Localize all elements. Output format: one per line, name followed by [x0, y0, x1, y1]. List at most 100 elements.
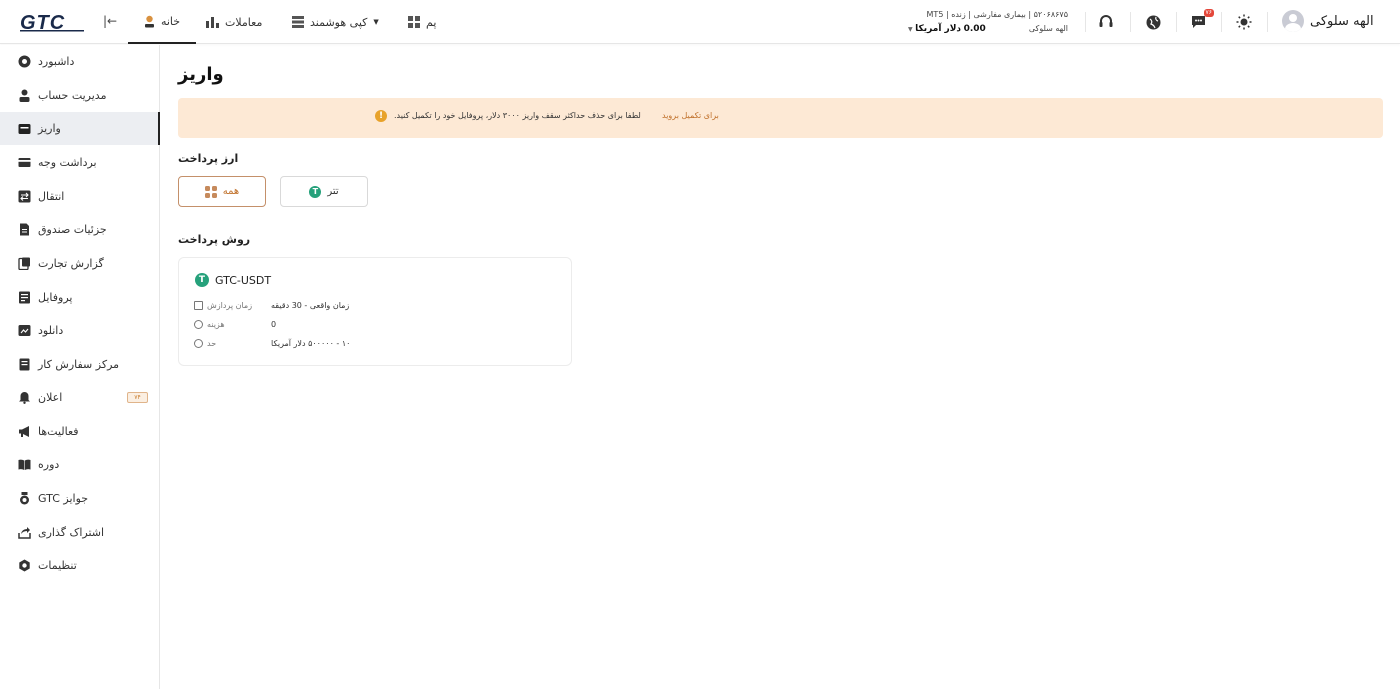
nav-trades-label: معاملات — [225, 15, 263, 29]
currency-section-title: ارز پرداخت — [178, 152, 239, 165]
account-holder: الهه سلوکی — [1028, 24, 1068, 33]
payment-method-card[interactable]: T GTC-USDT زمان پردازش زمان واقعی - 30 د… — [178, 257, 572, 366]
tether-icon: T — [309, 185, 322, 198]
nav-smart-copy[interactable]: کپی هوشمند ▼ — [292, 0, 379, 44]
sidebar-item-profile[interactable]: پروفایل — [0, 281, 160, 314]
download-icon — [18, 325, 31, 336]
globe-icon[interactable] — [1143, 12, 1163, 32]
user-icon — [19, 89, 30, 102]
sidebar-item-settings[interactable]: تنظیمات — [0, 549, 160, 582]
sidebar-item-notifications[interactable]: اعلان ۷۴ — [0, 381, 160, 414]
sidebar-item-trade-report[interactable]: گزارش تجارت — [0, 247, 160, 280]
nav-home-label: خانه — [160, 14, 181, 28]
sidebar-item-sharing[interactable]: اشتراک گذاری — [0, 516, 160, 549]
account-balance: 0.00 — [963, 24, 986, 34]
list-icon — [292, 16, 304, 28]
processing-time-value: زمان واقعی - 30 دقیقه — [271, 301, 350, 310]
top-bar: GTC |← خانه معاملات کپی هوشمند ▼ پم ۵۲۰۶… — [0, 0, 1400, 44]
sidebar-item-label: برداشت وجه — [38, 156, 97, 169]
report-icon — [18, 257, 30, 270]
fee-row: هزینه 0 — [194, 320, 276, 329]
fee-icon — [194, 320, 203, 329]
sidebar: داشبورد مدیریت حساب واریز برداشت وجه انت… — [0, 45, 160, 689]
transfer-icon — [18, 190, 31, 203]
limit-label: حد — [207, 339, 217, 348]
sidebar-item-label: اشتراک گذاری — [38, 526, 105, 539]
sidebar-item-label: پروفایل — [38, 291, 73, 304]
messages-badge: ۷۶ — [1203, 9, 1214, 17]
collapse-sidebar-icon[interactable]: |← — [103, 14, 117, 28]
medal-icon — [20, 492, 29, 505]
sidebar-item-label: واریز — [38, 122, 61, 135]
grid-icon — [204, 185, 217, 198]
payment-method-title: T GTC-USDT — [195, 273, 271, 287]
sidebar-item-activities[interactable]: فعالیت‌ها — [0, 415, 160, 448]
sidebar-item-label: فعالیت‌ها — [38, 425, 79, 438]
tether-icon: T — [195, 273, 209, 287]
theme-sun-icon[interactable] — [1234, 12, 1254, 32]
support-headset-icon[interactable] — [1096, 12, 1116, 32]
nav-home[interactable]: خانه — [128, 0, 196, 44]
account-selector[interactable]: ۵۲۰۶۸۶۷۵ | بیماری مفارشی | زنده | MT5 ال… — [908, 8, 1068, 37]
currency-tether-button[interactable]: T تتر — [280, 176, 368, 207]
sidebar-item-label: تنظیمات — [38, 559, 77, 572]
settings-icon — [19, 559, 30, 572]
alert-message: لطفا برای حذف حداکثر سقف واریز ۳۰۰۰ دلار… — [394, 111, 641, 120]
nav-pam-label: پم — [426, 15, 437, 29]
limit-icon — [194, 339, 203, 348]
warning-icon: ! — [375, 110, 387, 122]
limit-value: ۱۰ - ۵۰۰۰۰۰ دلار آمریکا — [271, 339, 351, 348]
user-name: الهه سلوکی — [1310, 13, 1374, 29]
nav-pam[interactable]: پم — [408, 0, 436, 44]
card-icon — [18, 158, 31, 167]
sidebar-item-withdraw[interactable]: برداشت وجه — [0, 146, 160, 179]
account-currency: دلار آمریکا — [915, 24, 962, 34]
sidebar-item-label: مرکز سفارش کار — [38, 358, 120, 371]
sidebar-item-gtc-rewards[interactable]: جوایز GTC — [0, 482, 160, 515]
sidebar-item-label: جوایز GTC — [38, 492, 89, 505]
calendar-icon — [194, 301, 203, 310]
gtc-logo[interactable]: GTC — [20, 12, 84, 32]
profile-alert: ! لطفا برای حذف حداکثر سقف واریز ۳۰۰۰ دل… — [178, 98, 1383, 138]
chevron-down-icon: ▼ — [373, 18, 379, 26]
sidebar-item-label: انتقال — [38, 190, 65, 203]
megaphone-icon — [19, 426, 29, 437]
sidebar-item-download[interactable]: دانلود — [0, 314, 160, 347]
book-icon — [18, 459, 31, 470]
processing-time-row: زمان پردازش زمان واقعی - 30 دقیقه — [194, 301, 349, 310]
profile-icon — [19, 291, 30, 304]
sidebar-item-label: گزارش تجارت — [38, 257, 104, 270]
messages-icon[interactable]: ۷۶ — [1188, 9, 1214, 32]
method-section-title: روش پرداخت — [178, 233, 251, 246]
limit-row: حد ۱۰ - ۵۰۰۰۰۰ دلار آمریکا — [194, 339, 350, 348]
sidebar-item-order-center[interactable]: مرکز سفارش کار — [0, 348, 160, 381]
order-icon — [19, 358, 30, 371]
sidebar-item-label: داشبورد — [38, 55, 75, 68]
page-title: واریز — [178, 64, 224, 85]
nav-trades[interactable]: معاملات — [206, 0, 262, 44]
chevron-down-icon: ▼ — [908, 26, 913, 33]
processing-time-label: زمان پردازش — [207, 301, 253, 310]
sidebar-item-label: دوره — [38, 458, 60, 471]
home-person-icon — [144, 15, 154, 27]
complete-profile-link[interactable]: برای تکمیل بروید — [662, 111, 719, 120]
sidebar-item-account-management[interactable]: مدیریت حساب — [0, 79, 160, 112]
sidebar-item-deposit[interactable]: واریز — [0, 112, 160, 145]
document-icon — [20, 223, 29, 236]
sidebar-item-label: جزئیات صندوق — [38, 223, 107, 236]
bell-icon — [19, 392, 30, 404]
nav-smart-copy-label: کپی هوشمند — [310, 15, 368, 29]
sidebar-item-transfer[interactable]: انتقال — [0, 180, 160, 213]
svg-text:GTC: GTC — [20, 12, 65, 32]
sidebar-item-label: اعلان — [38, 391, 63, 404]
fee-label: هزینه — [207, 320, 225, 329]
sidebar-item-course[interactable]: دوره — [0, 448, 160, 481]
dashboard-icon — [18, 55, 31, 68]
currency-all-button[interactable]: همه — [178, 176, 266, 207]
sidebar-item-fund-details[interactable]: جزئیات صندوق — [0, 213, 160, 246]
bar-chart-icon — [206, 17, 219, 28]
user-menu[interactable]: الهه سلوکی — [1282, 10, 1374, 32]
sidebar-item-dashboard[interactable]: داشبورد — [0, 45, 160, 78]
fee-value: 0 — [271, 320, 277, 329]
notification-badge: ۷۴ — [127, 392, 148, 403]
